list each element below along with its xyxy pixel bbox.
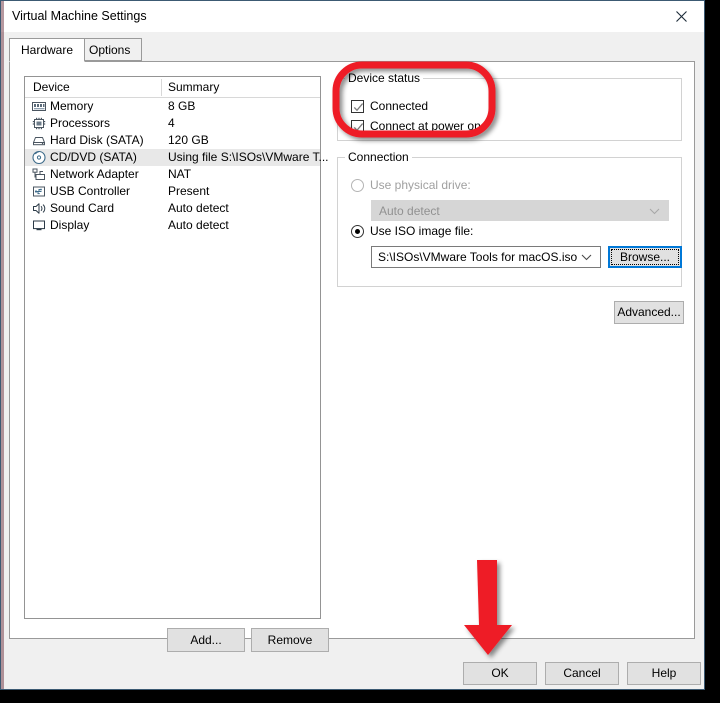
memory-icon xyxy=(32,102,46,111)
radio-circle xyxy=(351,224,364,238)
physical-drive-dropdown: Auto detect xyxy=(371,200,669,221)
dialog-body: Hardware Options Device Summary Memory 8… xyxy=(1,32,704,689)
use-iso-image-radio[interactable]: Use ISO image file: xyxy=(351,224,473,238)
device-summary: Auto detect xyxy=(168,218,229,232)
hardware-tab-page: Device Summary Memory 8 GB Processors 4 … xyxy=(9,61,695,652)
device-name: Sound Card xyxy=(50,201,115,215)
radio-circle xyxy=(351,178,364,192)
device-row-display[interactable]: Display Auto detect xyxy=(25,217,320,234)
device-summary: Auto detect xyxy=(168,201,229,215)
device-name: USB Controller xyxy=(50,184,131,198)
physical-drive-value: Auto detect xyxy=(379,204,440,218)
device-row-network-adapter[interactable]: Network Adapter NAT xyxy=(25,166,320,183)
iso-path-value: S:\ISOs\VMware Tools for macOS.iso xyxy=(378,250,578,264)
device-status-legend: Device status xyxy=(345,71,424,85)
device-row-sound-card[interactable]: Sound Card Auto detect xyxy=(25,200,320,217)
device-list[interactable]: Device Summary Memory 8 GB Processors 4 … xyxy=(24,76,329,619)
remove-device-button[interactable]: Remove xyxy=(251,628,329,652)
tab-strip: Hardware Options xyxy=(9,38,695,62)
use-physical-drive-radio: Use physical drive: xyxy=(351,178,471,192)
browse-label: Browse... xyxy=(619,250,670,264)
display-icon xyxy=(33,220,45,231)
column-header-summary: Summary xyxy=(168,80,220,94)
device-name: Network Adapter xyxy=(50,167,139,181)
device-summary: NAT xyxy=(168,167,192,181)
close-button[interactable] xyxy=(659,1,704,31)
device-list-header: Device Summary xyxy=(25,77,320,98)
device-summary: Present xyxy=(168,184,210,198)
device-summary: 8 GB xyxy=(168,99,196,113)
ok-button[interactable]: OK xyxy=(463,662,537,685)
device-name: Processors xyxy=(50,116,111,130)
device-row-usb-controller[interactable]: USB Controller Present xyxy=(25,183,320,200)
checkbox-box xyxy=(351,119,364,133)
device-summary: 120 GB xyxy=(168,133,209,147)
check-icon xyxy=(353,122,364,131)
title-bar: Virtual Machine Settings xyxy=(1,1,704,32)
connect-at-power-on-checkbox[interactable]: Connect at power on xyxy=(351,119,481,133)
connection-legend: Connection xyxy=(345,150,412,164)
hard-disk-icon xyxy=(33,137,45,146)
column-header-device: Device xyxy=(33,80,70,94)
sound-card-icon xyxy=(33,203,46,214)
help-button[interactable]: Help xyxy=(627,662,701,685)
device-summary: 4 xyxy=(168,116,175,130)
device-row-processors[interactable]: Processors 4 xyxy=(25,115,320,132)
device-rows: Memory 8 GB Processors 4 Hard Disk (SATA… xyxy=(25,98,329,234)
connection-group: Connection Use physical drive: Auto dete… xyxy=(337,150,682,287)
device-summary: Using file S:\ISOs\VMware T... xyxy=(168,150,329,164)
device-name: Hard Disk (SATA) xyxy=(50,133,144,147)
chevron-down-icon xyxy=(581,254,592,261)
device-name: CD/DVD (SATA) xyxy=(50,150,137,164)
connect-at-power-on-label: Connect at power on xyxy=(370,119,481,133)
device-name: Memory xyxy=(50,99,94,113)
add-device-button[interactable]: Add... xyxy=(167,628,245,652)
column-divider xyxy=(161,79,162,96)
use-iso-image-label: Use ISO image file: xyxy=(370,224,474,238)
browse-button[interactable]: Browse... xyxy=(608,246,682,268)
processor-icon xyxy=(32,117,46,130)
use-physical-drive-label: Use physical drive: xyxy=(370,178,471,192)
virtual-machine-settings-dialog: Virtual Machine Settings Hardware Option… xyxy=(0,0,705,690)
window-title: Virtual Machine Settings xyxy=(12,9,147,23)
device-status-group: Device status Connected Connect at power… xyxy=(337,71,682,141)
network-adapter-icon xyxy=(32,168,45,180)
checkbox-box xyxy=(351,99,364,113)
device-row-hard-disk[interactable]: Hard Disk (SATA) 120 GB xyxy=(25,132,320,149)
close-icon xyxy=(676,10,687,22)
device-row-memory[interactable]: Memory 8 GB xyxy=(25,98,320,115)
usb-controller-icon xyxy=(33,186,45,197)
tab-hardware[interactable]: Hardware xyxy=(9,38,86,62)
device-row-cd-dvd[interactable]: CD/DVD (SATA) Using file S:\ISOs\VMware … xyxy=(25,149,329,166)
advanced-button[interactable]: Advanced... xyxy=(614,301,684,324)
chevron-down-icon xyxy=(649,208,660,215)
check-icon xyxy=(353,102,364,111)
cd-dvd-icon xyxy=(32,150,46,165)
tab-options[interactable]: Options xyxy=(77,38,143,61)
cancel-button[interactable]: Cancel xyxy=(545,662,619,685)
connected-label: Connected xyxy=(370,99,429,113)
connected-checkbox[interactable]: Connected xyxy=(351,99,428,113)
iso-path-dropdown[interactable]: S:\ISOs\VMware Tools for macOS.iso xyxy=(371,246,601,268)
device-name: Display xyxy=(50,218,90,232)
